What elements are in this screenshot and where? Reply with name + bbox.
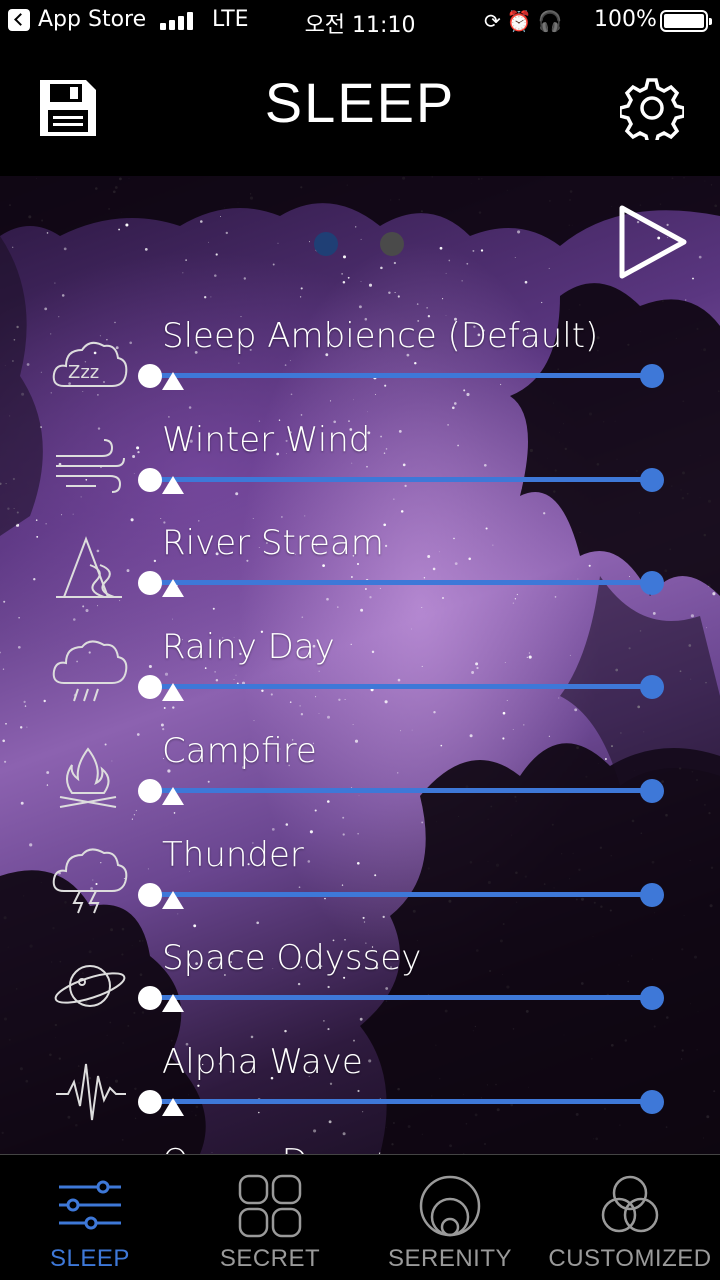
slider-max-thumb[interactable]: [640, 882, 664, 907]
tab-bar: SLEEP SECRET SERENITY CUSTOMIZED: [0, 1154, 720, 1280]
sound-label: Alpha Wave: [162, 1041, 363, 1082]
slider-min-thumb[interactable]: [138, 467, 162, 492]
sound-row: Space Odyssey: [0, 938, 720, 1054]
volume-slider[interactable]: [150, 373, 652, 378]
page-indicator: [314, 232, 414, 258]
volume-slider[interactable]: [150, 995, 652, 1001]
battery-icon: [660, 10, 712, 32]
tab-label: SLEEP: [50, 1245, 130, 1272]
sound-label: Sleep Ambience (Default): [162, 316, 599, 356]
tab-sleep[interactable]: SLEEP: [0, 1155, 180, 1280]
zzz-cloud-icon: Zzz: [52, 341, 128, 387]
river-icon: [56, 536, 122, 599]
sound-row: Alpha Wave: [0, 1042, 720, 1154]
slider-min-thumb[interactable]: [138, 571, 162, 596]
tab-label: SECRET: [219, 1245, 321, 1272]
planet-icon: [54, 965, 126, 1008]
slider-marker-icon: [162, 994, 184, 1013]
orientation-lock-icon: ⟳: [484, 9, 507, 33]
svg-text:Zzz: Zzz: [68, 362, 99, 383]
page-dot-2[interactable]: [380, 232, 404, 256]
battery-percent: 100%: [594, 7, 657, 32]
sound-row: Rainy Day: [0, 627, 720, 743]
venn-circles-icon: [601, 1175, 659, 1233]
nested-circles-icon: [419, 1175, 481, 1237]
tab-serenity[interactable]: SERENITY: [360, 1155, 540, 1280]
slider-min-thumb[interactable]: [138, 986, 162, 1011]
slider-marker-icon: [162, 1097, 184, 1116]
sound-row: Winter Wind: [0, 420, 720, 536]
rain-cloud-icon: [52, 640, 128, 702]
sound-label: River Stream: [162, 523, 384, 564]
volume-slider[interactable]: [150, 684, 652, 690]
tab-secret[interactable]: SECRET: [180, 1155, 360, 1280]
volume-slider[interactable]: [150, 1098, 652, 1104]
slider-marker-icon: [162, 475, 184, 494]
alarm-icon: ⏰: [506, 9, 538, 33]
headphones-icon: 🎧: [537, 9, 569, 33]
sound-label: Rainy Day: [162, 627, 335, 668]
campfire-icon: [59, 747, 117, 808]
slider-marker-icon: [162, 786, 184, 805]
sound-row: Thunder: [0, 835, 720, 951]
sound-label: Campfire: [162, 730, 317, 771]
sound-row: Zzz Sleep Ambience (Default): [0, 316, 720, 432]
slider-min-thumb[interactable]: [138, 882, 162, 907]
play-icon[interactable]: [614, 202, 690, 282]
next-sound-peek: Ocean D: [162, 1142, 308, 1154]
gear-icon[interactable]: [620, 76, 684, 140]
slider-min-thumb[interactable]: [138, 675, 162, 700]
tab-customized[interactable]: CUSTOMIZED: [540, 1155, 720, 1280]
slider-max-thumb[interactable]: [640, 778, 664, 803]
slider-marker-icon: [162, 579, 184, 598]
sound-label: Thunder: [162, 834, 304, 875]
sound-mixer-panel: Zzz Sleep Ambience (Default) Winter Wind Ri…: [0, 176, 720, 1154]
tab-label: CUSTOMIZED: [548, 1245, 712, 1272]
slider-marker-icon: [162, 372, 184, 390]
thunder-cloud-icon: [52, 848, 128, 913]
slider-min-thumb[interactable]: [138, 1089, 162, 1114]
slider-min-thumb[interactable]: [138, 364, 162, 388]
volume-slider[interactable]: [150, 580, 652, 586]
sound-label: Winter Wind: [162, 419, 371, 460]
slider-max-thumb[interactable]: [640, 986, 664, 1011]
nav-bar: SLEEP: [0, 42, 720, 176]
slider-marker-icon: [162, 890, 184, 909]
page-dot-1[interactable]: [314, 232, 338, 256]
sound-row: River Stream: [0, 523, 720, 639]
four-squares-icon: [238, 1174, 302, 1238]
status-icons: ⟳⏰🎧: [484, 9, 569, 33]
slider-max-thumb[interactable]: [640, 467, 664, 492]
wind-icon: [56, 438, 125, 493]
page-title: SLEEP: [264, 71, 456, 134]
volume-slider[interactable]: [150, 476, 652, 482]
sound-label: Space Odyssey: [162, 938, 422, 979]
status-bar: App Store LTE 오전 11:10 ⟳⏰🎧 100%: [0, 0, 720, 42]
slider-min-thumb[interactable]: [138, 778, 162, 803]
slider-max-thumb[interactable]: [640, 571, 664, 596]
sound-row: Campfire: [0, 731, 720, 847]
slider-marker-icon: [162, 683, 184, 702]
slider-max-thumb[interactable]: [640, 1089, 664, 1114]
sliders-icon: [59, 1180, 121, 1230]
wave-icon: [56, 1063, 126, 1121]
volume-slider[interactable]: [150, 891, 652, 897]
volume-slider[interactable]: [150, 787, 652, 793]
slider-max-thumb[interactable]: [640, 675, 664, 700]
slider-max-thumb[interactable]: [640, 364, 664, 388]
tab-label: SERENITY: [387, 1245, 513, 1272]
